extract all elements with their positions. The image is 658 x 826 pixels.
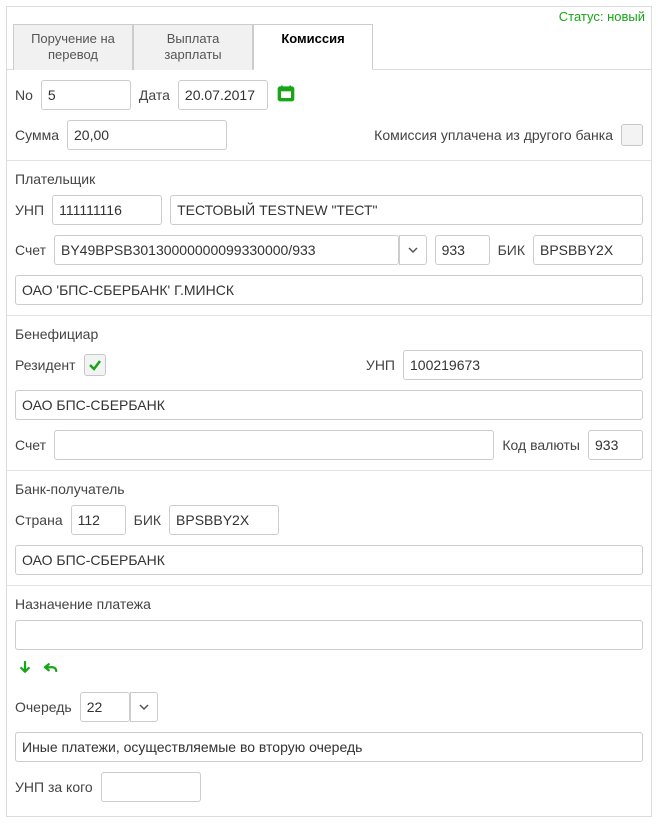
payer-title: Плательщик [15,171,643,187]
recipient-country-input [71,505,126,535]
payer-name-input [170,195,643,225]
payer-bic-label: БИК [498,242,525,258]
sum-label: Сумма [15,127,59,143]
tab-transfer-order[interactable]: Поручение на перевод [13,24,133,70]
sum-input[interactable] [67,120,227,150]
form-panel: Статус: новый Поручение на перевод Выпла… [6,6,652,817]
recipient-bic-input [169,505,279,535]
recipient-bank-title: Банк-получатель [15,481,643,497]
paid-other-bank-checkbox[interactable] [621,124,643,146]
recipient-country-label: Страна [15,512,63,528]
undo-icon[interactable] [41,658,61,678]
arrow-down-icon[interactable] [15,658,35,678]
beneficiary-unp-label: УНП [366,357,395,373]
divider [7,315,651,316]
divider [7,470,651,471]
tab-commission[interactable]: Комиссия [253,24,373,70]
divider [7,160,651,161]
tab-salary[interactable]: Выплата зарплаты [133,24,253,70]
payer-account-label: Счет [15,242,46,258]
payer-currency-input [435,235,490,265]
queue-input[interactable] [80,692,130,722]
purpose-title: Назначение платежа [15,596,643,612]
unp-for-label: УНП за кого [15,779,93,795]
recipient-bic-label: БИК [134,512,161,528]
recipient-bank-name-input [15,545,643,575]
beneficiary-currency-input [588,430,643,460]
queue-description-input [15,732,643,762]
form-body: No Дата Сумма Комиссия уплачена из друго… [7,70,651,816]
number-input[interactable] [41,80,131,110]
divider [7,585,651,586]
number-label: No [15,87,33,103]
payer-bank-name-input [15,275,643,305]
resident-label: Резидент [15,357,76,373]
queue-dropdown[interactable] [130,692,158,722]
beneficiary-title: Бенефициар [15,326,643,342]
payer-unp-label: УНП [15,202,44,218]
paid-other-bank-label: Комиссия уплачена из другого банка [374,127,613,143]
beneficiary-account-label: Счет [15,437,46,453]
payer-account-dropdown[interactable] [399,235,427,265]
payer-account-input[interactable] [54,235,399,265]
status-badge: Статус: новый [559,9,645,24]
beneficiary-account-input[interactable] [54,430,494,460]
date-label: Дата [139,87,170,103]
calendar-icon[interactable] [276,83,296,106]
payer-bic-input [533,235,643,265]
date-input[interactable] [178,80,268,110]
beneficiary-unp-input[interactable] [403,350,643,380]
unp-for-input[interactable] [101,772,201,802]
purpose-textarea[interactable] [15,620,643,650]
resident-checkbox[interactable] [84,354,106,376]
beneficiary-name-input [15,390,643,420]
payer-unp-input [52,195,162,225]
beneficiary-currency-label: Код валюты [502,437,580,453]
tab-bar: Поручение на перевод Выплата зарплаты Ко… [7,7,651,70]
queue-label: Очередь [15,699,72,715]
